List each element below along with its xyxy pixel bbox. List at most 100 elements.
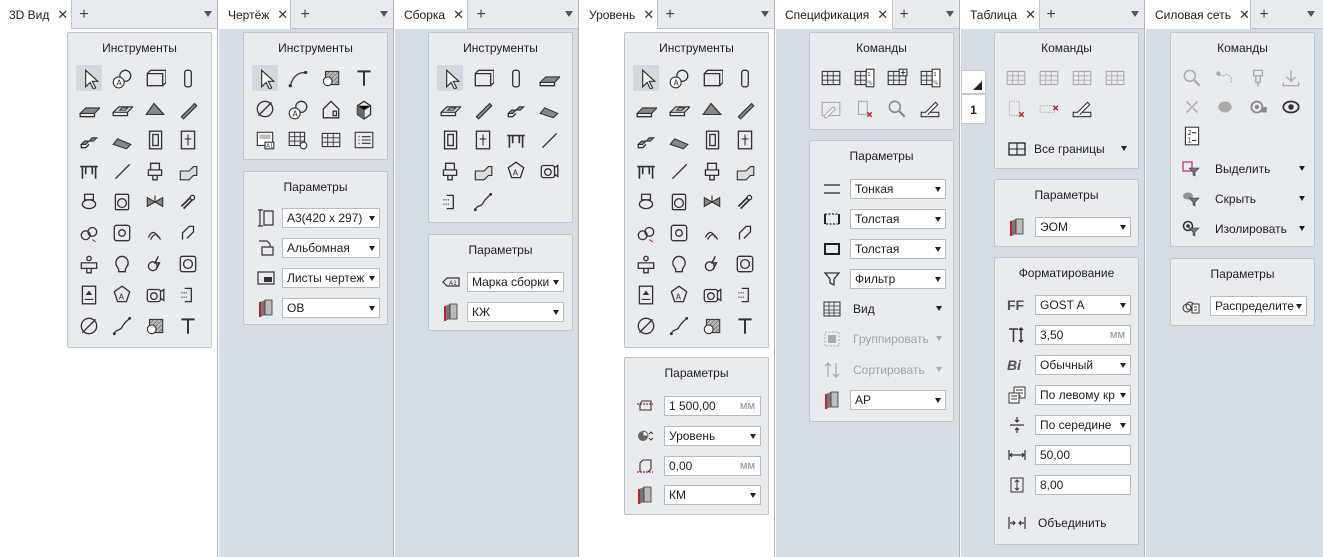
poly-a-icon[interactable]: A bbox=[109, 282, 135, 308]
hide-dropdown[interactable]: Скрыть bbox=[1181, 189, 1311, 209]
camera-icon[interactable] bbox=[536, 158, 562, 184]
text-icon[interactable] bbox=[351, 65, 377, 91]
beam-icon[interactable] bbox=[175, 96, 201, 122]
line-icon[interactable] bbox=[536, 127, 562, 153]
dimension-icon[interactable] bbox=[76, 313, 102, 339]
coil-icon[interactable] bbox=[699, 220, 725, 246]
text-icon[interactable] bbox=[732, 313, 758, 339]
close-icon[interactable]: ✕ bbox=[453, 7, 464, 23]
ps-disconnect-icon[interactable] bbox=[1179, 94, 1205, 120]
doc-x-icon[interactable] bbox=[851, 96, 877, 122]
washer-icon[interactable] bbox=[109, 189, 135, 215]
dimension-icon[interactable] bbox=[633, 313, 659, 339]
tbl1-icon[interactable] bbox=[1003, 65, 1029, 91]
tbl-add-icon[interactable] bbox=[884, 65, 910, 91]
table-corner-cell[interactable] bbox=[961, 70, 986, 94]
ramp-icon[interactable] bbox=[109, 127, 135, 153]
tbl1-icon[interactable] bbox=[1069, 65, 1095, 91]
offset-input[interactable]: 0,00 мм bbox=[664, 456, 761, 476]
bulb-icon[interactable] bbox=[109, 251, 135, 277]
format-select[interactable]: А3(420 x 297) bbox=[282, 208, 380, 228]
tbl-sum-icon[interactable]: 1% bbox=[917, 65, 943, 91]
close-icon[interactable]: ✕ bbox=[57, 7, 68, 23]
polyline-icon[interactable] bbox=[666, 313, 692, 339]
cursor-icon[interactable] bbox=[76, 65, 102, 91]
wall-icon[interactable] bbox=[470, 65, 496, 91]
panel-menu-icon[interactable] bbox=[565, 11, 573, 17]
stair-icon[interactable] bbox=[503, 96, 529, 122]
pen-icon[interactable] bbox=[1069, 96, 1095, 122]
view-dropdown[interactable]: Вид bbox=[822, 299, 952, 319]
table-gear-icon[interactable] bbox=[285, 127, 311, 153]
panel-menu-icon[interactable] bbox=[761, 11, 769, 17]
power-icon[interactable] bbox=[142, 251, 168, 277]
beam-icon[interactable] bbox=[732, 96, 758, 122]
pipe-icon[interactable] bbox=[732, 189, 758, 215]
height-input[interactable]: 8,00 bbox=[1035, 475, 1131, 495]
table-icon[interactable] bbox=[633, 158, 659, 184]
add-tab-button[interactable]: + bbox=[294, 0, 316, 29]
circle-a-icon[interactable]: A bbox=[109, 65, 135, 91]
dimension-icon[interactable] bbox=[252, 96, 278, 122]
roof-icon[interactable] bbox=[142, 96, 168, 122]
toilet-icon[interactable] bbox=[76, 189, 102, 215]
ramp-icon[interactable] bbox=[666, 127, 692, 153]
distribution-select[interactable]: Распределите bbox=[1210, 296, 1307, 316]
panel-menu-icon[interactable] bbox=[1131, 11, 1139, 17]
valign-select[interactable]: По середине bbox=[1035, 415, 1131, 435]
window-icon[interactable] bbox=[470, 127, 496, 153]
tab-specification[interactable]: Спецификация ✕ bbox=[776, 0, 893, 29]
door-icon[interactable] bbox=[699, 127, 725, 153]
camera-icon[interactable] bbox=[142, 282, 168, 308]
tbl1-icon[interactable] bbox=[818, 65, 844, 91]
filter-select[interactable]: Фильтр bbox=[850, 269, 946, 289]
poly-a-icon[interactable]: A bbox=[503, 158, 529, 184]
pump-icon[interactable] bbox=[633, 220, 659, 246]
valve-icon[interactable] bbox=[142, 189, 168, 215]
sort-dropdown[interactable]: Сортировать bbox=[822, 360, 952, 380]
line-select-1[interactable]: Тонкая bbox=[850, 179, 946, 199]
camera-icon[interactable] bbox=[699, 282, 725, 308]
line-select-2[interactable]: Толстая bbox=[850, 209, 946, 229]
elevation-input[interactable]: 1 500,00 мм bbox=[664, 396, 761, 416]
halign-select[interactable]: По левому кр bbox=[1035, 385, 1131, 405]
text-icon[interactable] bbox=[175, 313, 201, 339]
valve-icon[interactable] bbox=[699, 189, 725, 215]
stair-icon[interactable] bbox=[76, 127, 102, 153]
tbl-sum-icon[interactable]: 1% bbox=[851, 65, 877, 91]
polyline-icon[interactable] bbox=[470, 189, 496, 215]
door-icon[interactable] bbox=[142, 127, 168, 153]
socket-icon[interactable] bbox=[175, 251, 201, 277]
polyline-icon[interactable] bbox=[109, 313, 135, 339]
ps-download-icon[interactable] bbox=[1278, 65, 1304, 91]
search-icon[interactable] bbox=[884, 96, 910, 122]
borders-dropdown[interactable]: Все границы bbox=[1007, 139, 1135, 159]
socket-icon[interactable] bbox=[732, 251, 758, 277]
group-dropdown[interactable]: Группировать bbox=[822, 329, 952, 349]
ps-eye-lock-icon[interactable] bbox=[1245, 94, 1271, 120]
hatch-icon[interactable] bbox=[142, 313, 168, 339]
close-icon[interactable]: ✕ bbox=[1239, 7, 1250, 23]
line-icon[interactable] bbox=[666, 158, 692, 184]
sprinkler-icon[interactable] bbox=[109, 220, 135, 246]
bend-icon[interactable] bbox=[732, 220, 758, 246]
tbl-edit-icon[interactable] bbox=[818, 96, 844, 122]
cursor-icon[interactable] bbox=[252, 65, 278, 91]
style-select[interactable]: Обычный bbox=[1035, 355, 1131, 375]
wall-icon[interactable] bbox=[142, 65, 168, 91]
tab-drawing[interactable]: Чертёж ✕ bbox=[219, 0, 291, 29]
grid-table-icon[interactable] bbox=[318, 127, 344, 153]
washer-icon[interactable] bbox=[666, 189, 692, 215]
pipe-icon[interactable] bbox=[175, 189, 201, 215]
house-icon[interactable] bbox=[318, 96, 344, 122]
ps-search-icon[interactable] bbox=[1179, 65, 1205, 91]
row-x-icon[interactable] bbox=[1003, 96, 1029, 122]
pen-icon[interactable] bbox=[917, 96, 943, 122]
width-input[interactable]: 50,00 bbox=[1035, 445, 1131, 465]
window-icon[interactable] bbox=[732, 127, 758, 153]
wall-icon[interactable] bbox=[699, 65, 725, 91]
fixture-icon[interactable] bbox=[699, 158, 725, 184]
slab-opening-icon[interactable] bbox=[109, 96, 135, 122]
add-tab-button[interactable]: + bbox=[659, 0, 681, 29]
tab-assembly[interactable]: Сборка ✕ bbox=[395, 0, 468, 29]
